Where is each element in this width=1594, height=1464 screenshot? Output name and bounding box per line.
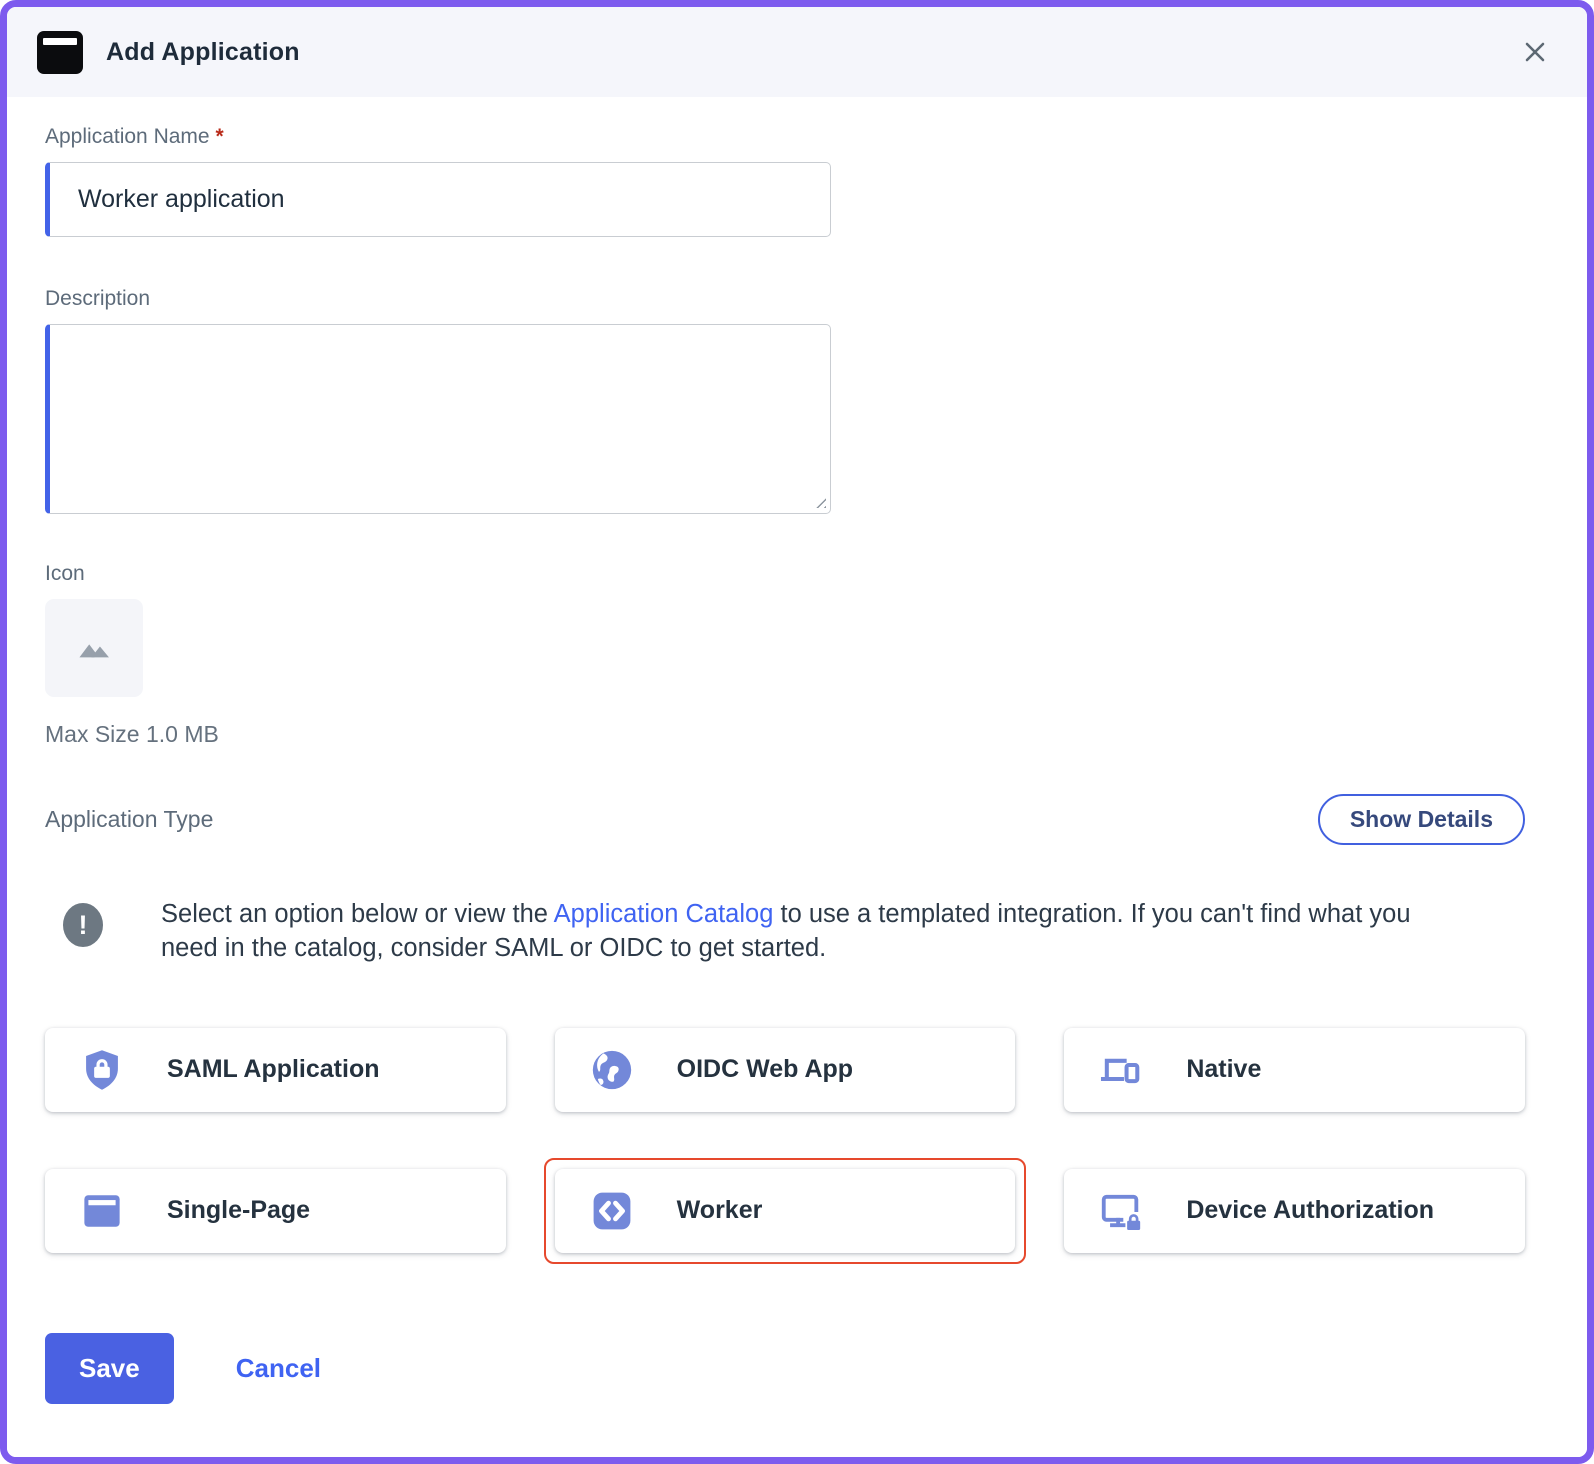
application-name-field: Application Name *	[45, 125, 1525, 237]
info-exclamation-icon: !	[63, 903, 103, 947]
modal-header: Add Application	[7, 7, 1587, 97]
app-type-grid: SAML Application OIDC Web App Native Sin…	[45, 1028, 1525, 1253]
icon-label: Icon	[45, 562, 1525, 586]
browser-window-icon	[79, 1188, 125, 1234]
laptop-phone-icon	[1098, 1047, 1144, 1093]
description-label: Description	[45, 287, 1525, 311]
description-textarea-wrap	[45, 324, 831, 514]
info-banner: ! Select an option below or view the App…	[45, 897, 1525, 966]
description-field: Description	[45, 287, 1525, 514]
modal-body: Application Name * Description Icon Max …	[7, 97, 1587, 1457]
monitor-lock-icon	[1098, 1188, 1144, 1234]
close-icon	[1520, 37, 1550, 67]
application-type-row: Application Type Show Details	[45, 794, 1525, 845]
modal-footer: Save Cancel	[45, 1333, 1525, 1404]
description-input[interactable]	[45, 324, 831, 514]
application-catalog-link[interactable]: Application Catalog	[554, 900, 774, 928]
show-details-button[interactable]: Show Details	[1318, 794, 1525, 845]
image-placeholder-icon	[71, 625, 117, 671]
close-button[interactable]	[1513, 30, 1557, 74]
cancel-button[interactable]: Cancel	[236, 1353, 321, 1384]
app-type-card-device-authorization[interactable]: Device Authorization	[1064, 1169, 1525, 1253]
icon-upload-section: Icon Max Size 1.0 MB	[45, 562, 1525, 748]
app-type-card-single-page[interactable]: Single-Page	[45, 1169, 506, 1253]
application-type-label: Application Type	[45, 806, 213, 833]
info-text: Select an option below or view the Appli…	[161, 897, 1471, 966]
modal-title: Add Application	[106, 38, 300, 67]
icon-max-size-hint: Max Size 1.0 MB	[45, 721, 1525, 748]
code-brackets-icon	[589, 1188, 635, 1234]
application-name-input[interactable]	[45, 162, 831, 237]
info-text-before: Select an option below or view the	[161, 900, 554, 928]
globe-icon	[589, 1047, 635, 1093]
app-type-card-native[interactable]: Native	[1064, 1028, 1525, 1112]
application-name-label-text: Application Name	[45, 125, 210, 148]
shield-lock-icon	[79, 1047, 125, 1093]
application-name-label: Application Name *	[45, 125, 1525, 149]
save-button[interactable]: Save	[45, 1333, 174, 1404]
app-type-card-oidc-web-app[interactable]: OIDC Web App	[555, 1028, 1016, 1112]
required-asterisk: *	[215, 125, 223, 148]
add-application-modal: Add Application Application Name * Descr…	[0, 0, 1594, 1464]
application-window-icon	[37, 31, 83, 74]
icon-upload-dropzone[interactable]	[45, 599, 143, 697]
app-type-card-worker[interactable]: Worker	[555, 1169, 1016, 1253]
app-type-card-saml-application[interactable]: SAML Application	[45, 1028, 506, 1112]
